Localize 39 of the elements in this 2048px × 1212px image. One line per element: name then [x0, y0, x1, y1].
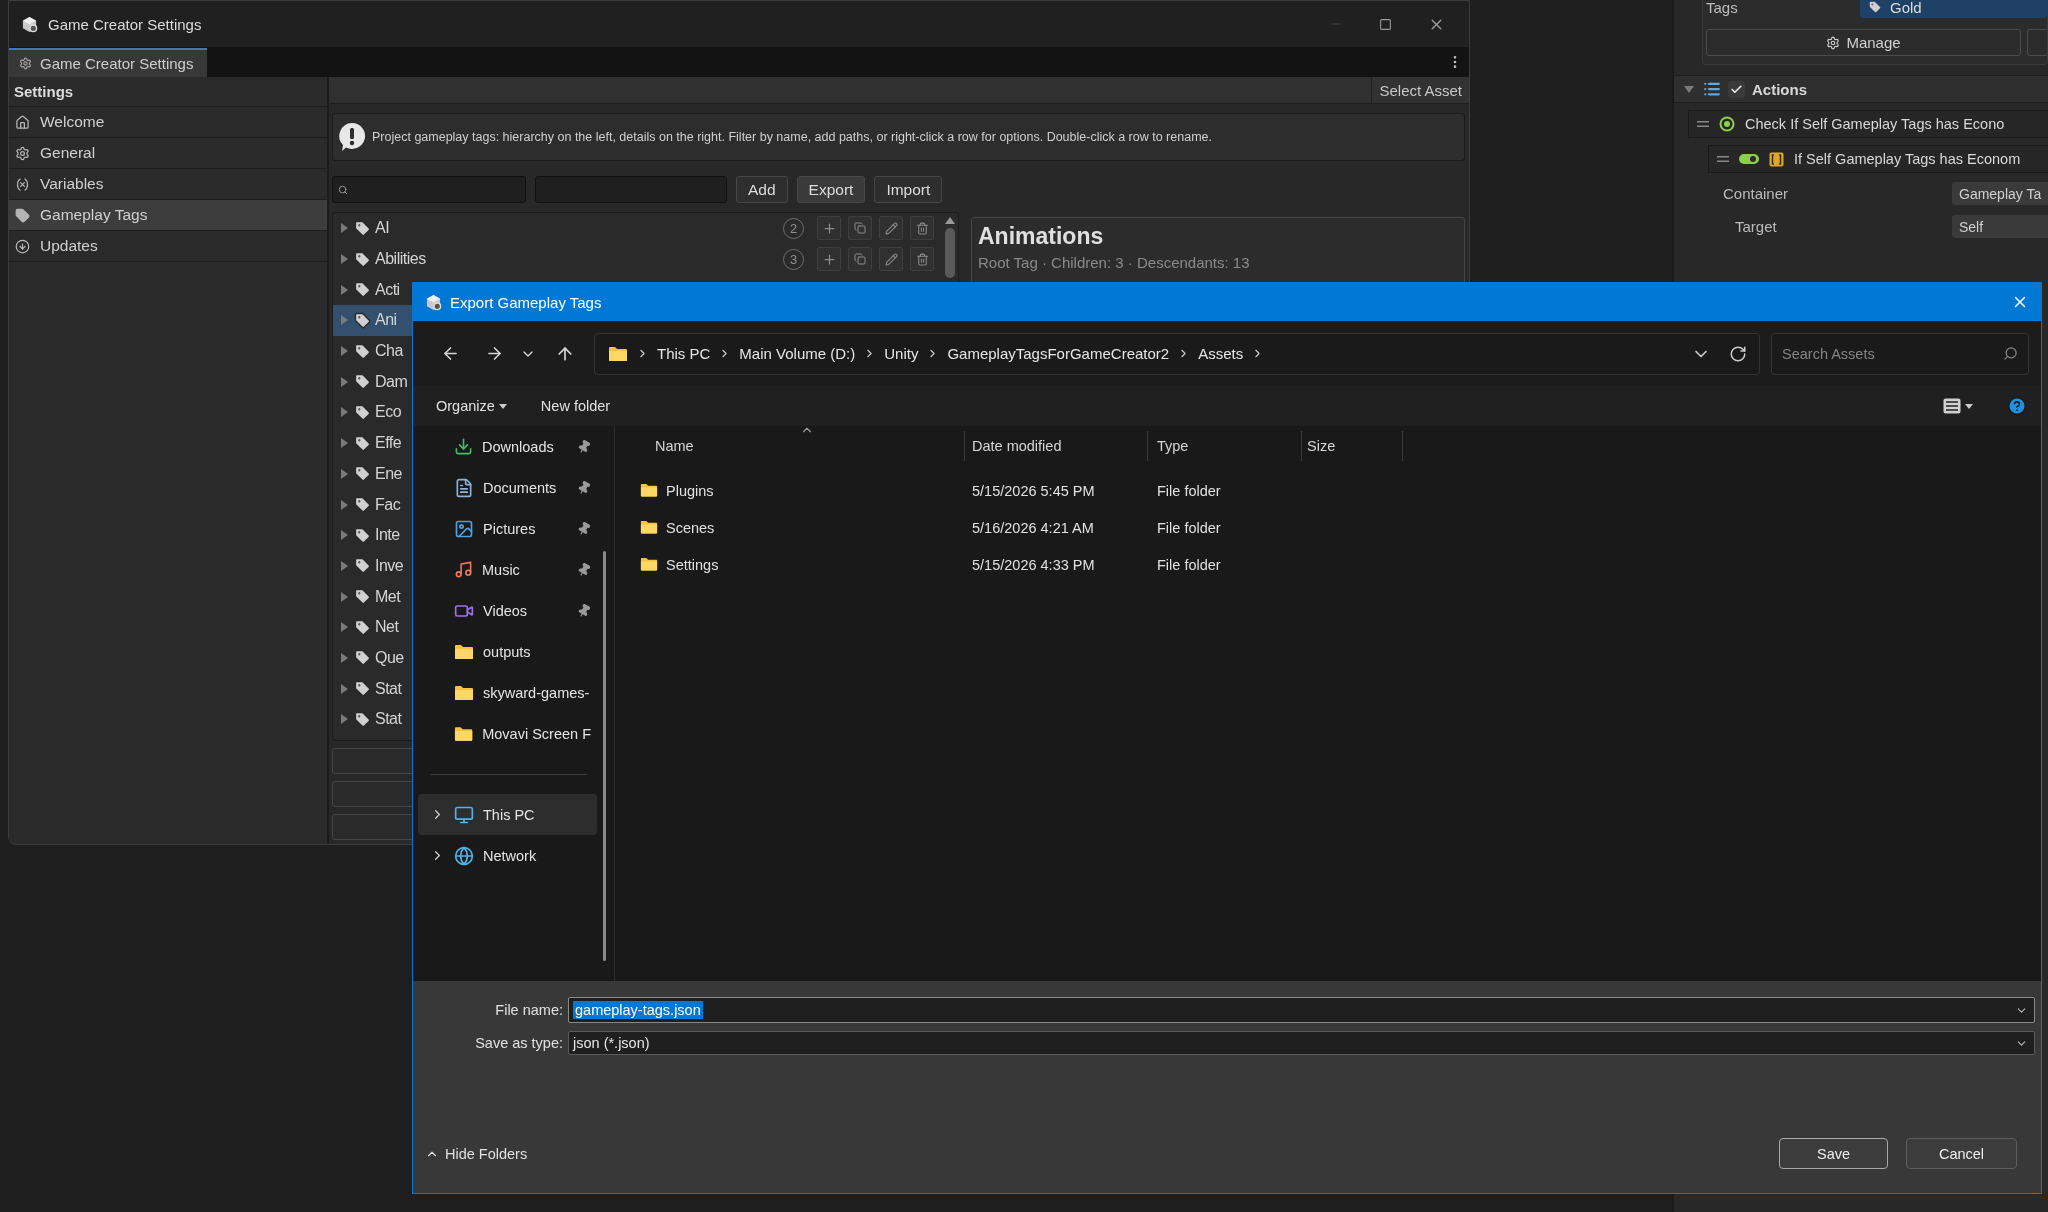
- file-name: Plugins: [666, 482, 714, 499]
- tag-name: Ani: [375, 311, 397, 330]
- tag-name: Fac: [375, 495, 401, 514]
- file-date: 5/16/2026 4:21 AM: [972, 519, 1094, 536]
- field-label: Target: [1735, 218, 1778, 235]
- file-type: File folder: [1157, 482, 1221, 499]
- tag-name: Net: [375, 618, 399, 637]
- tag-name: AI: [375, 219, 390, 238]
- tag-name: Abilities: [375, 250, 426, 269]
- tag-name: Ene: [375, 464, 402, 483]
- file-type: File folder: [1157, 556, 1221, 573]
- tag-name: Stat: [375, 710, 402, 729]
- tag-name: Cha: [375, 342, 403, 361]
- section-title: Actions: [1752, 80, 1807, 98]
- tag-name: Eco: [375, 403, 402, 422]
- file-date: 5/15/2026 4:33 PM: [972, 556, 1095, 573]
- dialog-title: Export Gameplay Tags: [450, 293, 602, 311]
- tag-name: Effe: [375, 434, 402, 453]
- field-label: Save as type:: [474, 1035, 564, 1051]
- details-subtitle: Root Tag · Children: 3 · Descendants: 13: [978, 254, 1250, 271]
- file-name: Settings: [666, 556, 719, 573]
- tag-name: Inte: [375, 526, 400, 545]
- info-text: Project gameplay tags: hierarchy on the left, details on the right. Filter by name, add paths, or right-click a row for options. Double-click a row to rename.: [372, 130, 1212, 144]
- window-title: Game Creator Settings: [48, 15, 202, 33]
- file-date: 5/15/2026 5:45 PM: [972, 482, 1095, 499]
- action-label: Check If Self Gameplay Tags has Econo: [1745, 116, 2005, 132]
- field-label: Container: [1723, 185, 1790, 202]
- details-title: Animations: [978, 223, 1104, 250]
- action-label: If Self Gameplay Tags has Econom: [1794, 151, 2021, 167]
- tag-name: Stat: [375, 679, 402, 698]
- tag-name: Inve: [375, 556, 404, 575]
- tag-name: Dam: [375, 372, 408, 391]
- tag-name: Met: [375, 587, 401, 606]
- tag-name: Acti: [375, 280, 400, 299]
- field-label: Tags: [1706, 0, 1739, 16]
- field-label: File name:: [494, 1002, 564, 1018]
- file-type: File folder: [1157, 519, 1221, 536]
- tag-name: Que: [375, 648, 404, 667]
- file-name: Scenes: [666, 519, 715, 536]
